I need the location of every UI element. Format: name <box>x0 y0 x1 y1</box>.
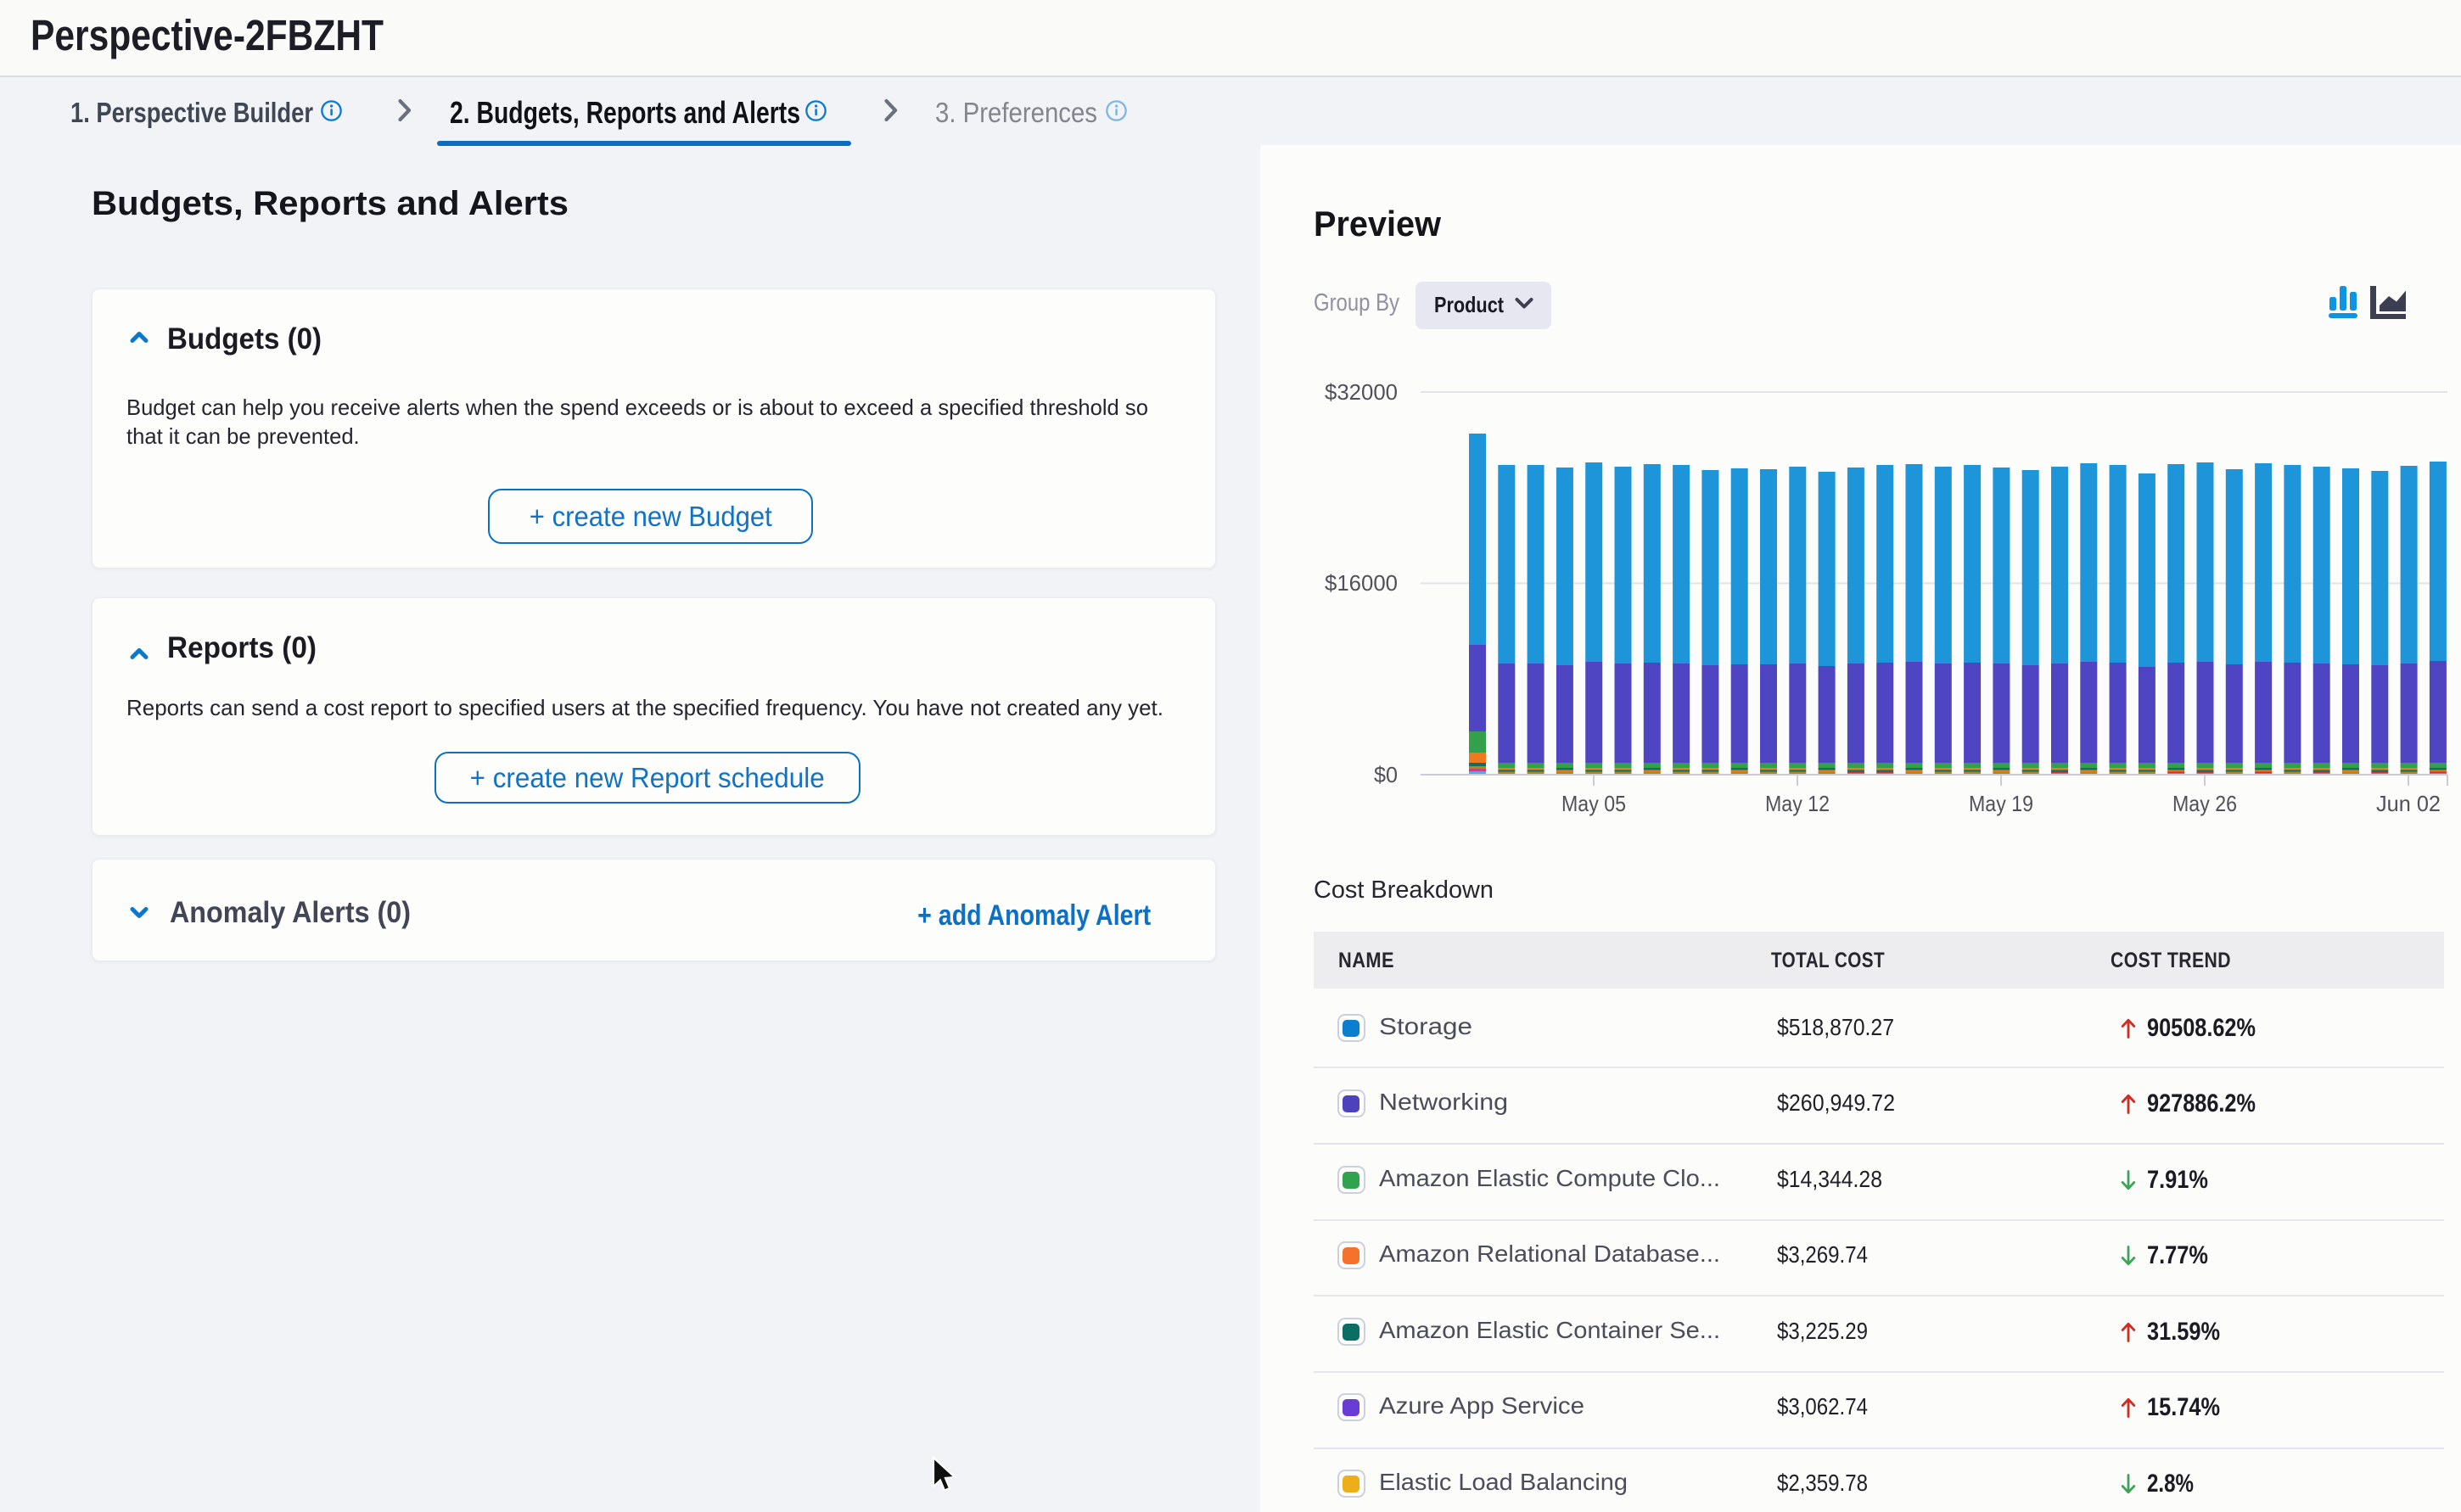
svg-text:May 12: May 12 <box>1765 791 1830 816</box>
svg-text:$0: $0 <box>1374 762 1398 787</box>
svg-text:May 19: May 19 <box>1969 791 2033 816</box>
svg-text:$16000: $16000 <box>1325 570 1398 596</box>
svg-text:May 05: May 05 <box>1561 791 1626 816</box>
svg-text:Jun 02: Jun 02 <box>2376 791 2441 816</box>
svg-text:May 26: May 26 <box>2172 791 2237 816</box>
svg-text:$32000: $32000 <box>1325 379 1398 405</box>
